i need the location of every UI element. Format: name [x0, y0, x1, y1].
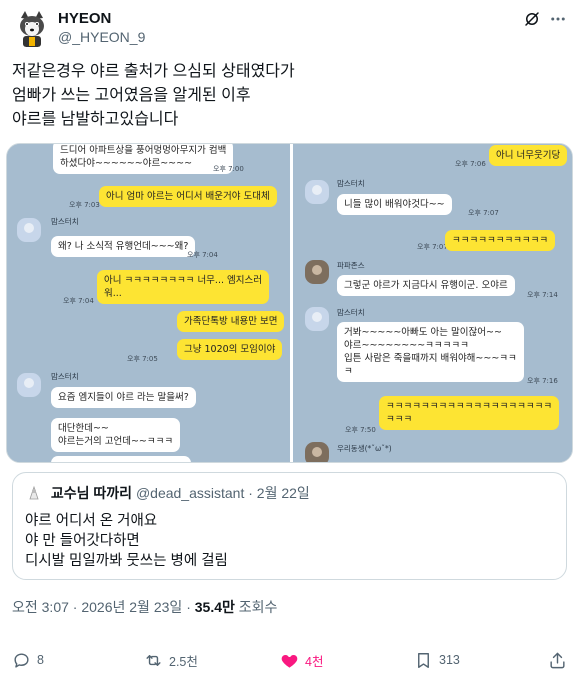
chat-bubble-other: 그렇군 야르가 지금다시 유행이군. 오야르 [337, 275, 515, 296]
chat-bubble-me: 아니 너무웃기당 [489, 145, 568, 166]
quoted-date: 2월 22일 [256, 485, 310, 501]
chat-sender: 우리동생(*ˇωˇ*) [337, 444, 392, 453]
post-timestamp: 오전 3:07 · 2026년 2월 23일 · 35.4만 조회수 [12, 597, 277, 617]
author-handle[interactable]: @_HYEON_9 [58, 28, 145, 46]
timestamp-separator: · [186, 599, 191, 615]
chat-time: 오후 7:03 [69, 201, 100, 209]
chat-bubble-other: 드디어 아파트상을 풍어멍멍아무지가 컴백 하셨다야~~~~~~야르~~~~ [53, 144, 234, 174]
chat-profile-icon [17, 218, 41, 242]
chat-time: 오후 7:00 [213, 165, 244, 173]
view-count-label: 조회수 [238, 599, 278, 615]
chat-time: 오후 7:07 [417, 243, 448, 251]
quoted-author-handle[interactable]: @dead_assistant [136, 485, 244, 501]
post-media[interactable]: 드디어 아파트상을 풍어멍멍아무지가 컴백 하셨다야~~~~~~야르~~~~ 오… [6, 143, 573, 463]
chat-time: 오후 7:06 [455, 160, 486, 168]
chat-sender: 파파존스 [337, 261, 365, 270]
chat-time: 오후 7:05 [127, 355, 158, 363]
quoted-separator: · [248, 485, 253, 501]
chat-screenshot-right[interactable]: 오후 7:06 아니 너무웃기당 맘스터치 니들 많이 배워야것다~~ 오후 7… [293, 144, 572, 462]
chat-bubble-other: 니들 많이 배워야것다~~ [337, 194, 452, 215]
reply-button[interactable]: 8 [12, 648, 44, 672]
chat-bubble-me: 그냥 1020의 모임이야 [177, 339, 283, 360]
repost-count: 2.5천 [169, 654, 198, 669]
timestamp-separator: · [72, 599, 78, 615]
grok-icon[interactable] [523, 10, 541, 28]
post-header: HYEON @_HYEON_9 [12, 8, 567, 48]
chat-profile-icon [305, 180, 329, 204]
chat-bubble-other: 거봐~~~~~아빠도 아는 말이잖어~~ 야르~~~~~~~~ㅋㅋㅋㅋㅋ 입튼 … [337, 322, 524, 382]
chat-bubble-other [51, 456, 191, 462]
chat-sender: 맘스터치 [51, 372, 79, 381]
action-bar: 8 2.5천 4천 313 [0, 648, 579, 672]
chat-sender: 맘스터치 [337, 308, 365, 317]
chat-time: 오후 7:07 [468, 209, 499, 217]
like-button[interactable]: 4천 [280, 648, 323, 672]
post-date[interactable]: 2026년 2월 23일 [81, 599, 182, 615]
chat-bubble-me: ㅋㅋㅋㅋㅋㅋㅋㅋㅋㅋㅋ [445, 230, 556, 251]
bookmark-button[interactable]: 313 [414, 648, 460, 672]
reply-count: 8 [37, 653, 44, 667]
author-block[interactable]: HYEON @_HYEON_9 [58, 10, 145, 46]
quoted-text-line: 디시발 밈일까봐 뭇쓰는 병에 걸림 [25, 553, 228, 569]
quoted-text-line: 야 만 들어갓다하면 [25, 533, 140, 549]
post-text-line: 엄빠가 쓰는 고어였음을 알게된 이후 [12, 87, 251, 104]
share-icon [550, 652, 565, 668]
chat-profile-icon [305, 260, 329, 284]
bookmark-count: 313 [439, 653, 460, 667]
chat-sender: 맘스터치 [51, 217, 79, 226]
more-options-icon[interactable] [549, 10, 567, 28]
chat-profile-icon [305, 307, 329, 331]
post-time[interactable]: 오전 3:07 [12, 599, 69, 615]
quoted-post-header: 교수님 따까리 @dead_assistant · 2월 22일 [25, 483, 310, 503]
quoted-avatar-icon[interactable] [25, 484, 43, 502]
chat-time: 오후 7:14 [527, 291, 558, 299]
chat-bubble-other: 왜? 나 소식적 유행언데~~~왜? [51, 236, 196, 257]
post-text: 저같은경우 야르 출처가 으심되 상태였다가 엄빠가 쓰는 고어였음을 알게된 … [12, 60, 567, 132]
chat-sender: 맘스터치 [337, 179, 365, 188]
chat-profile-icon [17, 373, 41, 397]
quoted-author-name[interactable]: 교수님 따까리 [51, 485, 132, 501]
chat-bubble-other: 요즘 엠지들이 야르 라는 말을써? [51, 387, 196, 408]
chat-time: 오후 7:16 [527, 377, 558, 385]
chat-bubble-me: ㅋㅋㅋㅋㅋㅋㅋㅋㅋㅋㅋㅋㅋㅋㅋㅋㅋㅋㅋ ㅋㅋㅋ [379, 396, 560, 430]
chat-profile-icon [305, 442, 329, 462]
post-text-line: 저같은경우 야르 출처가 으심되 상태였다가 [12, 63, 295, 80]
chat-time: 오후 7:04 [187, 251, 218, 259]
chat-bubble-me: 아니 엄마 야르는 어디서 배운거야 도대체 [99, 186, 277, 207]
husky-avatar-icon[interactable] [12, 8, 52, 48]
quoted-text: 야르 어디서 온 거애요 야 만 들어갓다하면 디시발 밈일까봐 뭇쓰는 병에 … [25, 511, 228, 571]
view-count: 35.4만 [194, 599, 235, 615]
chat-bubble-me: 가족단톡방 내용만 보면 [177, 311, 285, 332]
chat-bubble-me: 아니 ㅋㅋㅋㅋㅋㅋㅋㅋ 너무... 엠지스러 워... [97, 270, 269, 304]
chat-time: 오후 7:50 [345, 426, 376, 434]
like-count: 4천 [305, 654, 324, 669]
author-display-name[interactable]: HYEON [58, 10, 145, 28]
repost-button[interactable]: 2.5천 [144, 648, 198, 672]
share-button[interactable] [548, 648, 573, 672]
post-text-line: 야르를 남발하고있습니다 [12, 111, 179, 128]
bookmark-icon [418, 652, 429, 668]
chat-time: 오후 7:04 [63, 297, 94, 305]
quoted-post[interactable]: 교수님 따까리 @dead_assistant · 2월 22일 야르 어디서 … [12, 472, 567, 580]
reply-icon [14, 652, 29, 668]
heart-icon [281, 654, 298, 668]
repost-icon [146, 654, 161, 666]
quoted-text-line: 야르 어디서 온 거애요 [25, 513, 158, 529]
chat-screenshot-left[interactable]: 드디어 아파트상을 풍어멍멍아무지가 컴백 하셨다야~~~~~~야르~~~~ 오… [7, 144, 290, 462]
chat-bubble-other: 대단한데~~ 야르는거의 고언데~~ㅋㅋㅋ [51, 418, 181, 452]
